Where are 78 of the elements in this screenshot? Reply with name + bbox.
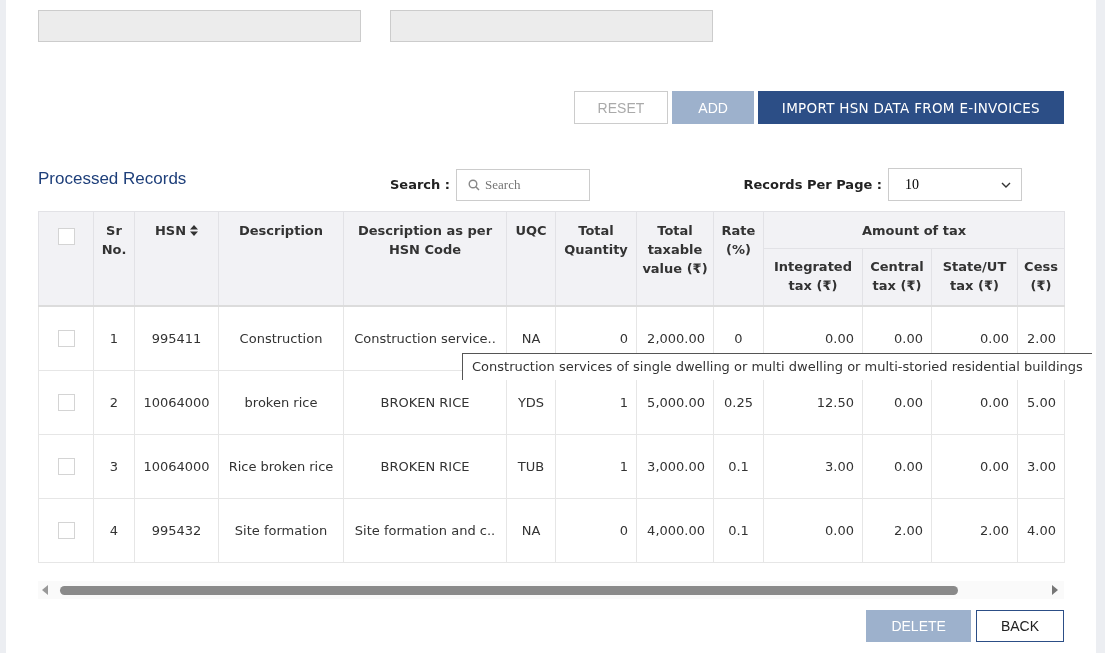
table-cell: NA	[521, 523, 541, 538]
table-cell: 995432	[151, 523, 202, 538]
table-cell: 1	[619, 459, 628, 474]
table-cell: 995411	[151, 331, 202, 346]
table-cell: Construction service..	[354, 331, 496, 346]
table-cell: 4.00	[1027, 523, 1057, 538]
column-header: Rate (%)	[721, 223, 756, 257]
column-header[interactable]: HSN	[154, 221, 187, 240]
select-all-checkbox[interactable]	[57, 228, 75, 245]
table-cell: broken rice	[244, 395, 318, 410]
column-header: UQC	[515, 223, 547, 238]
table-cell: 5.00	[1027, 395, 1057, 410]
table-cell: 0.00	[894, 459, 923, 474]
column-header: Integrated tax (₹)	[774, 259, 852, 293]
table-cell: 0	[619, 331, 628, 346]
column-group-header: Amount of tax	[861, 223, 967, 238]
table-cell: 3.00	[1027, 459, 1057, 474]
table-cell: BROKEN RICE	[380, 459, 470, 474]
table-cell: TUB	[517, 459, 545, 474]
column-header: Total Quantity	[564, 223, 628, 257]
table-cell: NA	[521, 331, 541, 346]
table-cell: 3	[109, 459, 119, 474]
table-cell: BROKEN RICE	[380, 395, 470, 410]
table-cell: 4	[109, 523, 119, 538]
table-cell: Site formation	[234, 523, 328, 538]
row-checkbox[interactable]	[57, 458, 75, 475]
row-checkbox[interactable]	[57, 394, 75, 411]
column-header: State/UT tax (₹)	[942, 259, 1007, 293]
chevron-down-icon	[1001, 181, 1011, 188]
records-per-page-select[interactable]: 10	[888, 168, 1022, 201]
search-label: Search :	[390, 177, 451, 192]
table-cell: 0.25	[724, 395, 753, 410]
table-cell: 1	[619, 395, 628, 410]
search-field[interactable]: Search	[456, 168, 591, 201]
table-cell: 0.00	[894, 395, 923, 410]
table-cell: 10064000	[143, 395, 210, 410]
section-title: Processed Records	[38, 168, 188, 189]
table-cell: 5,000.00	[647, 395, 705, 410]
table-cell: Construction	[239, 331, 323, 346]
column-header: Sr No.	[101, 223, 127, 257]
table-cell: 3,000.00	[647, 459, 705, 474]
table-cell: 10064000	[143, 459, 210, 474]
table-cell: 0.00	[980, 459, 1009, 474]
import-button[interactable]: IMPORT HSN DATA FROM E-INVOICES	[757, 91, 1064, 124]
table-cell: 0.00	[980, 331, 1009, 346]
table-cell: 2,000.00	[647, 331, 705, 346]
table-cell: 2.00	[980, 523, 1009, 538]
table-cell: Rice broken rice	[228, 459, 334, 474]
table-cell: 2.00	[894, 523, 923, 538]
column-header: Total taxable value (₹)	[642, 223, 708, 276]
table-cell: 1	[109, 331, 119, 346]
table-cell: 3.00	[825, 459, 854, 474]
table-cell: Site formation and c..	[354, 523, 496, 538]
sort-icon[interactable]	[190, 225, 199, 236]
table-cell: 4,000.00	[647, 523, 705, 538]
table-cell: 0.1	[728, 459, 749, 474]
table-cell: 0	[734, 331, 743, 346]
column-header: Cess (₹)	[1024, 259, 1058, 293]
table-cell: 0.00	[980, 395, 1009, 410]
table-cell: 0	[619, 523, 628, 538]
table-cell: 0.00	[894, 331, 923, 346]
table-cell: 0.00	[825, 523, 854, 538]
tooltip: Construction services of single dwelling or multi dwelling or multi-storied residential buildings	[462, 353, 1092, 380]
search-icon	[468, 178, 481, 191]
row-checkbox[interactable]	[57, 522, 75, 539]
row-checkbox[interactable]	[57, 330, 75, 347]
table-cell: YDS	[517, 395, 545, 410]
table-cell: 0.1	[728, 523, 749, 538]
horizontal-scrollbar[interactable]	[38, 581, 1064, 599]
table-cell: 0.00	[825, 331, 854, 346]
column-header: Central tax (₹)	[870, 259, 924, 293]
back-button[interactable]: BACK	[975, 610, 1064, 642]
table-cell: 2.00	[1027, 331, 1057, 346]
records-per-page-label: Records Per Page :	[743, 177, 882, 192]
table-cell: 2	[109, 395, 119, 410]
table-cell: 12.50	[816, 395, 854, 410]
column-header: Description	[238, 223, 324, 238]
column-header: Description as per HSN Code	[357, 223, 493, 257]
